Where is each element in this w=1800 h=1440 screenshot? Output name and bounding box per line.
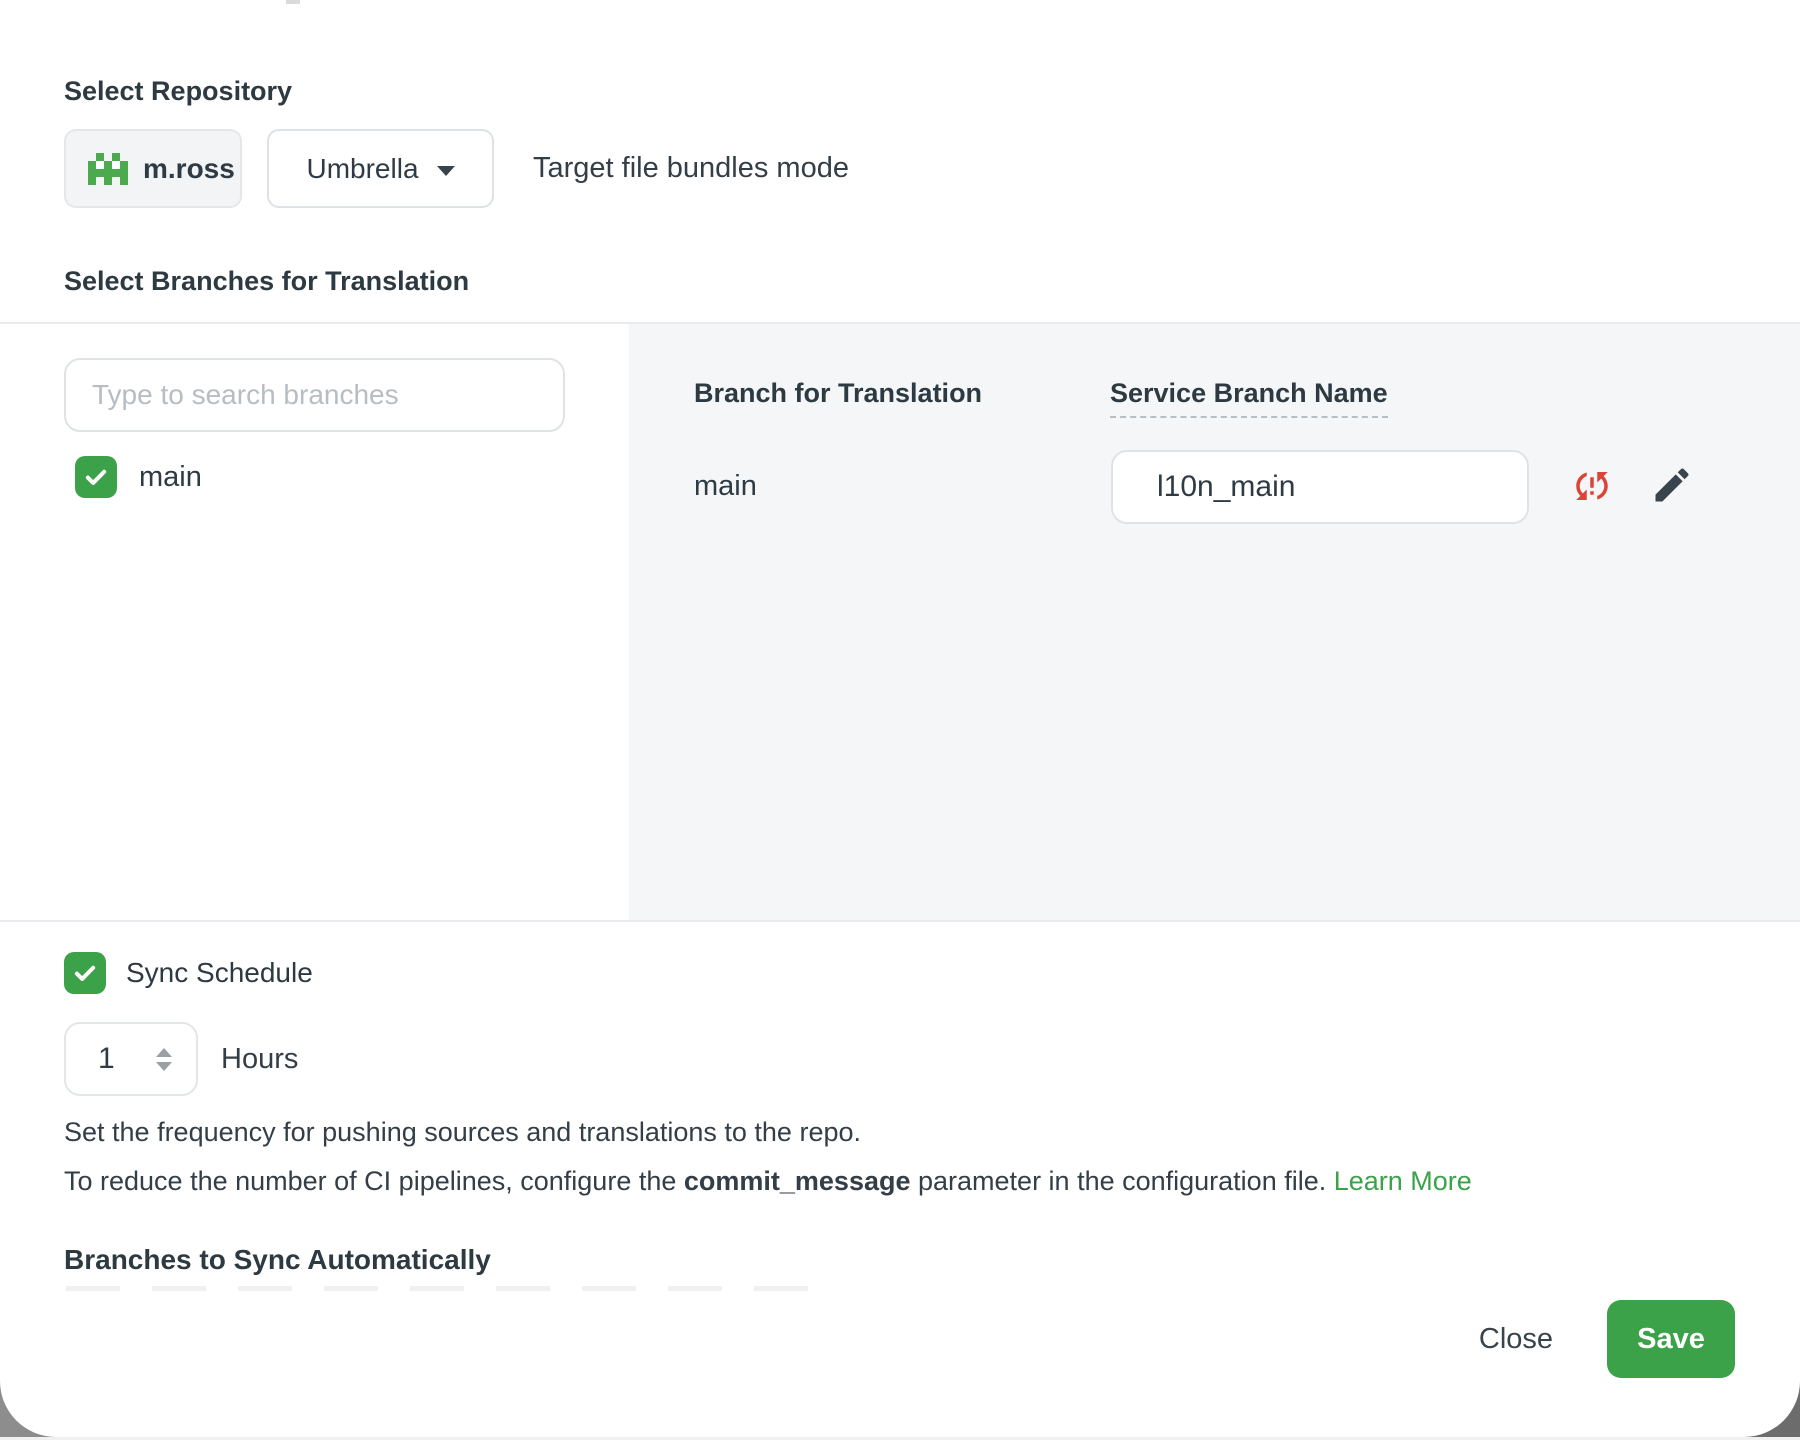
ci-help-prefix: To reduce the number of CI pipelines, co…: [64, 1166, 684, 1196]
frequency-help-text: Set the frequency for pushing sources an…: [64, 1117, 861, 1148]
close-button[interactable]: Close: [1452, 1300, 1580, 1378]
arrow-up-icon[interactable]: [156, 1048, 172, 1057]
learn-more-link[interactable]: Learn More: [1334, 1166, 1472, 1196]
branch-search-input[interactable]: [64, 358, 565, 432]
repo-sync-settings-dialog: Select Repository m.ross Umbrella Target…: [0, 0, 1800, 1437]
branch-option-label: main: [139, 461, 202, 494]
sync-interval-stepper[interactable]: 1: [64, 1022, 198, 1096]
service-branch-name-input[interactable]: [1111, 450, 1529, 524]
select-repository-title: Select Repository: [64, 76, 292, 107]
clipped-content-remnant: [66, 1286, 826, 1291]
ci-help-suffix: parameter in the configuration file.: [911, 1166, 1334, 1196]
pencil-icon: [1650, 463, 1694, 507]
ci-pipelines-help-text: To reduce the number of CI pipelines, co…: [64, 1166, 1472, 1197]
repo-avatar-icon: [88, 153, 128, 185]
chevron-down-icon: [437, 166, 455, 176]
repository-account-name: m.ross: [143, 153, 235, 185]
column-header-branch: Branch for Translation: [694, 378, 982, 409]
checkmark-icon: [71, 959, 99, 987]
project-dropdown-value: Umbrella: [306, 153, 418, 185]
sync-problem-icon: [1571, 465, 1613, 507]
sync-problem-button[interactable]: [1570, 464, 1614, 508]
sync-interval-value: 1: [98, 1042, 115, 1076]
section-divider: [0, 920, 1800, 922]
table-row-branch-name: main: [694, 462, 757, 510]
sync-schedule-toggle[interactable]: Sync Schedule: [64, 952, 313, 994]
arrow-down-icon[interactable]: [156, 1062, 172, 1071]
edit-service-branch-button[interactable]: [1650, 463, 1694, 507]
column-header-service-branch: Service Branch Name: [1110, 378, 1388, 418]
checkmark-icon: [82, 463, 110, 491]
save-button[interactable]: Save: [1607, 1300, 1735, 1378]
select-branches-title: Select Branches for Translation: [64, 266, 469, 297]
stepper-arrows-icon[interactable]: [156, 1024, 172, 1094]
screen: Select Repository m.ross Umbrella Target…: [0, 0, 1800, 1440]
repository-account-chip[interactable]: m.ross: [64, 129, 242, 208]
branch-option-main[interactable]: main: [75, 456, 202, 498]
branches-to-sync-title: Branches to Sync Automatically: [64, 1243, 964, 1277]
sync-interval-unit-label: Hours: [221, 1022, 298, 1096]
branch-checkbox-checked[interactable]: [75, 456, 117, 498]
target-mode-label: Target file bundles mode: [533, 129, 849, 208]
project-dropdown[interactable]: Umbrella: [267, 129, 494, 208]
sync-schedule-checkbox-checked[interactable]: [64, 952, 106, 994]
commit-message-param: commit_message: [684, 1166, 911, 1196]
sync-schedule-label: Sync Schedule: [126, 957, 313, 989]
clipped-element-remnant: [286, 0, 300, 4]
